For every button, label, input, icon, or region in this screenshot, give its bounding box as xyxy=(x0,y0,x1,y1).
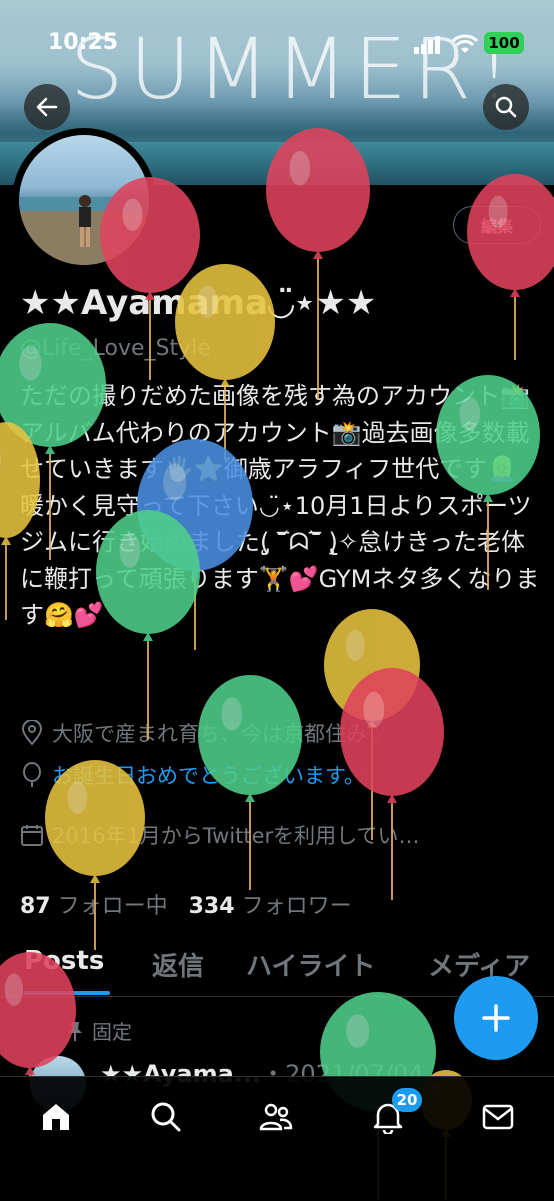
pin-icon xyxy=(68,1021,82,1041)
tab-highlights[interactable]: ハイライト xyxy=(246,946,375,983)
avatar-photo xyxy=(19,135,149,265)
nav-messages[interactable] xyxy=(476,1095,520,1139)
notifications-badge: 20 xyxy=(392,1088,422,1112)
status-time: 10:25 xyxy=(48,30,119,55)
nav-communities[interactable] xyxy=(254,1095,298,1139)
pinned-label: 固定 xyxy=(92,1020,132,1044)
following-label: フォロー中 xyxy=(57,894,168,919)
avatar-figure xyxy=(19,195,149,265)
pinned-row: 固定 xyxy=(66,1016,132,1045)
search-icon xyxy=(495,96,517,118)
followers-link[interactable]: 334 フォロワー xyxy=(189,894,352,919)
search-icon xyxy=(151,1102,181,1132)
search-button[interactable] xyxy=(483,84,529,130)
profile-handle: @Life_Love_Style xyxy=(20,336,211,361)
battery-indicator: 100 xyxy=(484,32,524,54)
calendar-icon xyxy=(21,825,43,846)
home-icon xyxy=(43,1104,69,1130)
active-tab-indicator xyxy=(24,991,110,995)
location-pin-icon xyxy=(21,720,43,746)
plus-icon xyxy=(482,1004,510,1032)
signal-icon xyxy=(414,36,440,54)
status-bar: 10:25 100 xyxy=(0,0,554,86)
location-row: 大阪で産まれ育ち、今は京都住み♡ xyxy=(20,718,386,748)
tab-media[interactable]: メディア xyxy=(428,946,530,983)
wifi-icon xyxy=(452,34,478,53)
profile-avatar[interactable] xyxy=(12,128,156,272)
followers-label: フォロワー xyxy=(241,894,352,919)
back-arrow-icon xyxy=(36,97,58,117)
follow-stats: 87 フォロー中 334 フォロワー xyxy=(20,888,352,920)
following-count: 87 xyxy=(20,894,51,919)
edit-profile-button[interactable]: 編集 xyxy=(453,206,541,244)
joined-row: 2016年1月からTwitterを利用してい… xyxy=(20,820,420,850)
back-button[interactable] xyxy=(24,84,70,130)
communities-icon xyxy=(259,1103,293,1131)
profile-name: ★★Ayamama◡̈⋆★★ xyxy=(20,283,377,323)
profile-bio: ただの撮りだめた画像を残す為のアカウント📸アルバム代わりのアカウント📸過去画像多… xyxy=(20,382,540,629)
following-link[interactable]: 87 フォロー中 xyxy=(20,894,168,919)
balloon-icon xyxy=(23,762,41,787)
location-text: 大阪で産まれ育ち、今は京都住み♡ xyxy=(52,722,386,746)
balloon xyxy=(467,174,554,360)
tab-posts[interactable]: Posts xyxy=(24,946,104,976)
birthday-text[interactable]: お誕生日おめでとうございます。 xyxy=(52,760,365,790)
compose-button[interactable] xyxy=(454,976,538,1060)
birthday-row: お誕生日おめでとうございます。 xyxy=(20,760,365,790)
tab-replies[interactable]: 返信 xyxy=(152,946,204,983)
nav-search[interactable] xyxy=(144,1095,188,1139)
nav-home[interactable] xyxy=(34,1095,78,1139)
joined-text: 2016年1月からTwitterを利用してい… xyxy=(52,824,420,848)
bottom-nav xyxy=(0,1076,554,1201)
mail-icon xyxy=(482,1104,514,1130)
followers-count: 334 xyxy=(188,894,235,919)
